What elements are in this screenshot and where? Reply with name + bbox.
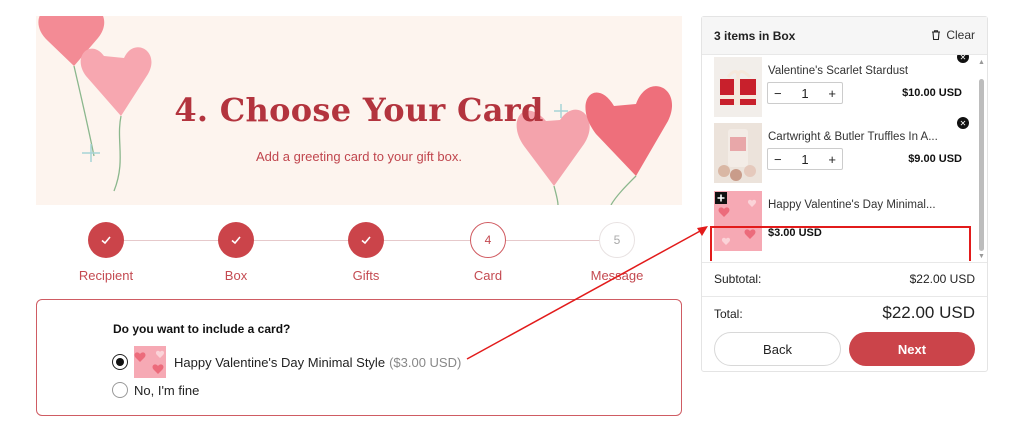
quantity-stepper[interactable]: − 1 + <box>767 148 843 170</box>
minus-icon[interactable]: − <box>774 152 782 167</box>
annotation-highlight-box <box>710 226 971 261</box>
list-item: Valentine's Scarlet Stardust − 1 + $10.0… <box>714 55 976 121</box>
scroll-down-icon[interactable]: ▼ <box>978 253 985 260</box>
subtotal-value: $22.00 USD <box>909 272 975 286</box>
card-option-none[interactable]: No, I'm fine <box>112 382 199 398</box>
item-name: Valentine's Scarlet Stardust <box>768 65 909 77</box>
scroll-thumb[interactable] <box>979 79 984 251</box>
step-message[interactable]: 5 Message <box>567 222 667 283</box>
divider <box>702 262 987 263</box>
item-name: Happy Valentine's Day Minimal... <box>768 199 936 211</box>
back-button[interactable]: Back <box>714 332 841 366</box>
clear-label: Clear <box>946 28 975 42</box>
item-price: $10.00 USD <box>902 87 962 99</box>
quantity-value: 1 <box>801 85 809 101</box>
step-recipient[interactable]: Recipient <box>56 222 156 283</box>
total-value: $22.00 USD <box>882 303 975 322</box>
subtotal-label: Subtotal: <box>714 272 762 286</box>
progress-stepper: Recipient Box Gifts 4 Card 5 Message <box>36 218 682 283</box>
check-icon <box>88 222 124 258</box>
product-thumbnail <box>714 123 762 183</box>
step-label: Recipient <box>78 268 134 283</box>
card-question: Do you want to include a card? <box>113 322 291 336</box>
page-subtitle: Add a greeting card to your gift box. <box>256 149 462 164</box>
scroll-up-icon[interactable]: ▲ <box>978 59 985 66</box>
product-thumbnail <box>714 57 762 117</box>
step-card[interactable]: 4 Card <box>438 222 538 283</box>
items-count-title: 3 items in Box <box>714 29 796 43</box>
radio-selected[interactable] <box>112 354 128 370</box>
check-icon <box>218 222 254 258</box>
card-thumbnail <box>134 346 166 378</box>
hero-banner: 4. Choose Your Card Add a greeting card … <box>36 16 682 205</box>
clear-button[interactable]: Clear <box>930 28 975 42</box>
items-scrollbar[interactable]: ▲ ▼ <box>977 59 985 260</box>
card-selection-panel: Do you want to include a card? Happy Val… <box>36 299 682 416</box>
page-title: 4. Choose Your Card <box>174 91 544 129</box>
step-number: 5 <box>599 222 635 258</box>
card-option-label: No, I'm fine <box>134 382 200 398</box>
step-label: Box <box>224 268 248 283</box>
trash-icon <box>932 30 941 41</box>
total-label: Total: <box>714 307 743 321</box>
minus-icon[interactable]: − <box>774 86 782 101</box>
quantity-value: 1 <box>801 151 809 167</box>
list-item: Cartwright & Butler Truffles In A... − 1… <box>714 117 976 187</box>
remove-item-icon[interactable]: ✕ <box>957 117 969 129</box>
check-icon <box>348 222 384 258</box>
step-number: 4 <box>470 222 506 258</box>
quantity-stepper[interactable]: − 1 + <box>767 82 843 104</box>
item-price: $9.00 USD <box>908 153 962 165</box>
step-box[interactable]: Box <box>186 222 286 283</box>
next-button[interactable]: Next <box>849 332 975 366</box>
divider <box>702 296 987 297</box>
radio-unselected[interactable] <box>112 382 128 398</box>
plus-icon[interactable]: + <box>828 152 836 167</box>
card-option-label: Happy Valentine's Day Minimal Style <box>174 354 386 370</box>
plus-icon[interactable]: + <box>828 86 836 101</box>
card-option-price: ($3.00 USD) <box>389 354 462 370</box>
box-items-list: Valentine's Scarlet Stardust − 1 + $10.0… <box>702 55 987 261</box>
step-label: Message <box>590 268 644 283</box>
panel-header: 3 items in Box Clear <box>702 17 987 55</box>
item-name: Cartwright & Butler Truffles In A... <box>768 131 938 143</box>
step-gifts[interactable]: Gifts <box>316 222 416 283</box>
box-summary-panel: 3 items in Box Clear Valentine's Scarlet… <box>701 16 988 372</box>
step-label: Gifts <box>352 268 380 283</box>
remove-item-icon[interactable]: ✕ <box>957 55 969 63</box>
step-label: Card <box>473 268 503 283</box>
card-option-valentine[interactable]: Happy Valentine's Day Minimal Style ($3.… <box>112 346 461 378</box>
